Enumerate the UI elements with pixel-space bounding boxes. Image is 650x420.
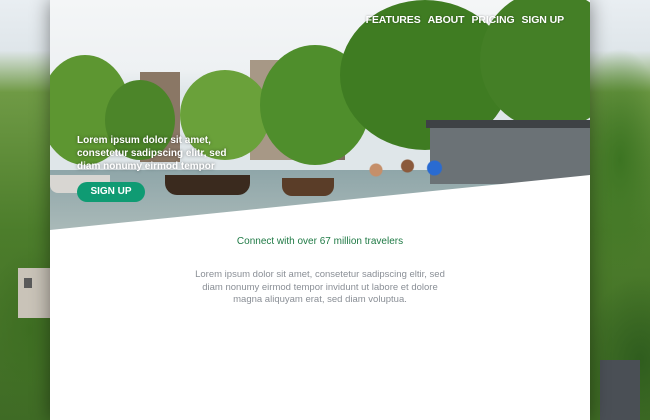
content-section: Connect with over 67 million travelers L…: [50, 236, 590, 307]
nav-features[interactable]: FEATURES: [366, 14, 421, 26]
nav-sign-up[interactable]: SIGN UP: [522, 14, 565, 26]
nav-about[interactable]: ABOUT: [428, 14, 465, 26]
top-nav: FEATURES ABOUT PRICING SIGN UP: [366, 14, 565, 26]
people-graphic: [358, 150, 448, 190]
boat-graphic: [165, 175, 250, 195]
houseboat-graphic: [426, 120, 590, 184]
nav-pricing[interactable]: PRICING: [471, 14, 514, 26]
description-text: Lorem ipsum dolor sit amet, consetetur s…: [195, 269, 445, 305]
background-building: [600, 360, 640, 420]
background-building: [18, 268, 50, 318]
sign-up-button[interactable]: SIGN UP: [77, 182, 145, 202]
tagline: Connect with over 67 million travelers: [236, 236, 404, 247]
page-card: FEATURES ABOUT PRICING SIGN UP Lorem ips…: [50, 0, 590, 420]
hero-text: Lorem ipsum dolor sit amet, consetetur s…: [77, 135, 227, 172]
boat-graphic: [282, 178, 334, 196]
